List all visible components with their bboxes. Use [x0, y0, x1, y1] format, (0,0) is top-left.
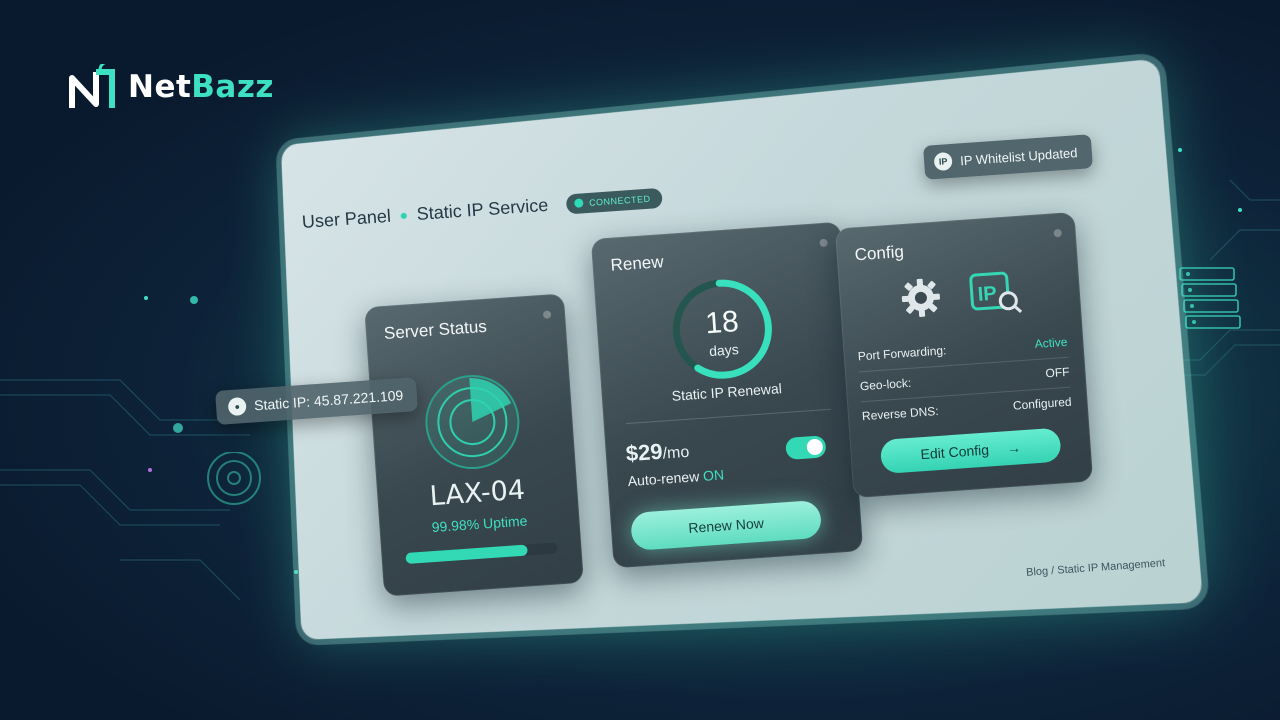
ip-icon: IP	[933, 151, 953, 172]
config-icons: IP	[898, 268, 1023, 322]
footer-breadcrumb-blog[interactable]: Blog	[1026, 565, 1049, 579]
ip-icon-text: IP	[977, 283, 997, 306]
radar-icon	[425, 375, 520, 470]
config-label: Geo-lock:	[859, 375, 912, 394]
breadcrumb-separator-dot	[400, 212, 408, 219]
uptime-progress-bar	[405, 542, 558, 565]
brand-logo[interactable]: NetBazz	[68, 64, 274, 110]
edit-config-label: Edit Config	[920, 441, 990, 463]
connection-status-label: CONNECTED	[588, 193, 651, 208]
server-rack-icon	[1179, 267, 1241, 329]
static-ip-label: Static IP: 45.87.221.109	[253, 386, 404, 414]
ip-search-icon[interactable]: IP	[968, 268, 1023, 318]
config-value: Active	[1034, 334, 1068, 352]
netbazz-logo-icon	[69, 64, 115, 108]
autorenew-status: Auto-renew ON	[627, 466, 724, 489]
renew-card: Renew 18 days Static IP Renewal $29/mo A…	[590, 221, 864, 569]
globe-icon: ●	[227, 396, 247, 417]
server-name: LAX-04	[428, 474, 527, 513]
whitelist-label: IP Whitelist Updated	[959, 144, 1078, 168]
autorenew-state: ON	[702, 466, 725, 484]
config-value: Configured	[1012, 394, 1073, 413]
price-unit: /mo	[662, 443, 690, 463]
edit-config-button[interactable]: Edit Config →	[879, 427, 1062, 475]
gear-icon[interactable]	[898, 275, 943, 320]
server-status-title: Server Status	[383, 316, 488, 343]
renew-now-button[interactable]: Renew Now	[629, 499, 823, 551]
config-label: Port Forwarding:	[857, 343, 947, 364]
autorenew-toggle[interactable]	[785, 435, 827, 460]
card-menu-icon[interactable]	[542, 310, 552, 319]
uptime-progress-fill	[405, 544, 528, 565]
arrow-right-icon: →	[1006, 439, 1022, 457]
config-label: Reverse DNS:	[861, 403, 940, 424]
renew-title: Renew	[610, 252, 665, 275]
card-menu-icon[interactable]	[819, 238, 828, 248]
brand-name: NetBazz	[128, 69, 274, 105]
card-menu-icon[interactable]	[1053, 228, 1062, 238]
server-status-card: Server Status LAX-04 99.98% Uptime	[364, 293, 584, 597]
divider	[625, 408, 832, 425]
config-title: Config	[854, 241, 905, 265]
price: $29/mo	[625, 437, 690, 467]
status-dot-icon	[573, 198, 584, 208]
brand-name-net: Net	[128, 69, 192, 105]
config-card: Config IP Port Forwarding: Active Geo-lo…	[834, 211, 1094, 499]
autorenew-label: Auto-renew	[627, 468, 700, 490]
brand-name-bazz: Bazz	[191, 69, 274, 105]
footer-breadcrumb-separator: /	[1050, 564, 1055, 578]
price-amount: $29	[624, 438, 664, 467]
toggle-knob	[806, 438, 824, 456]
target-icon	[207, 452, 261, 505]
config-value: OFF	[1044, 364, 1070, 381]
